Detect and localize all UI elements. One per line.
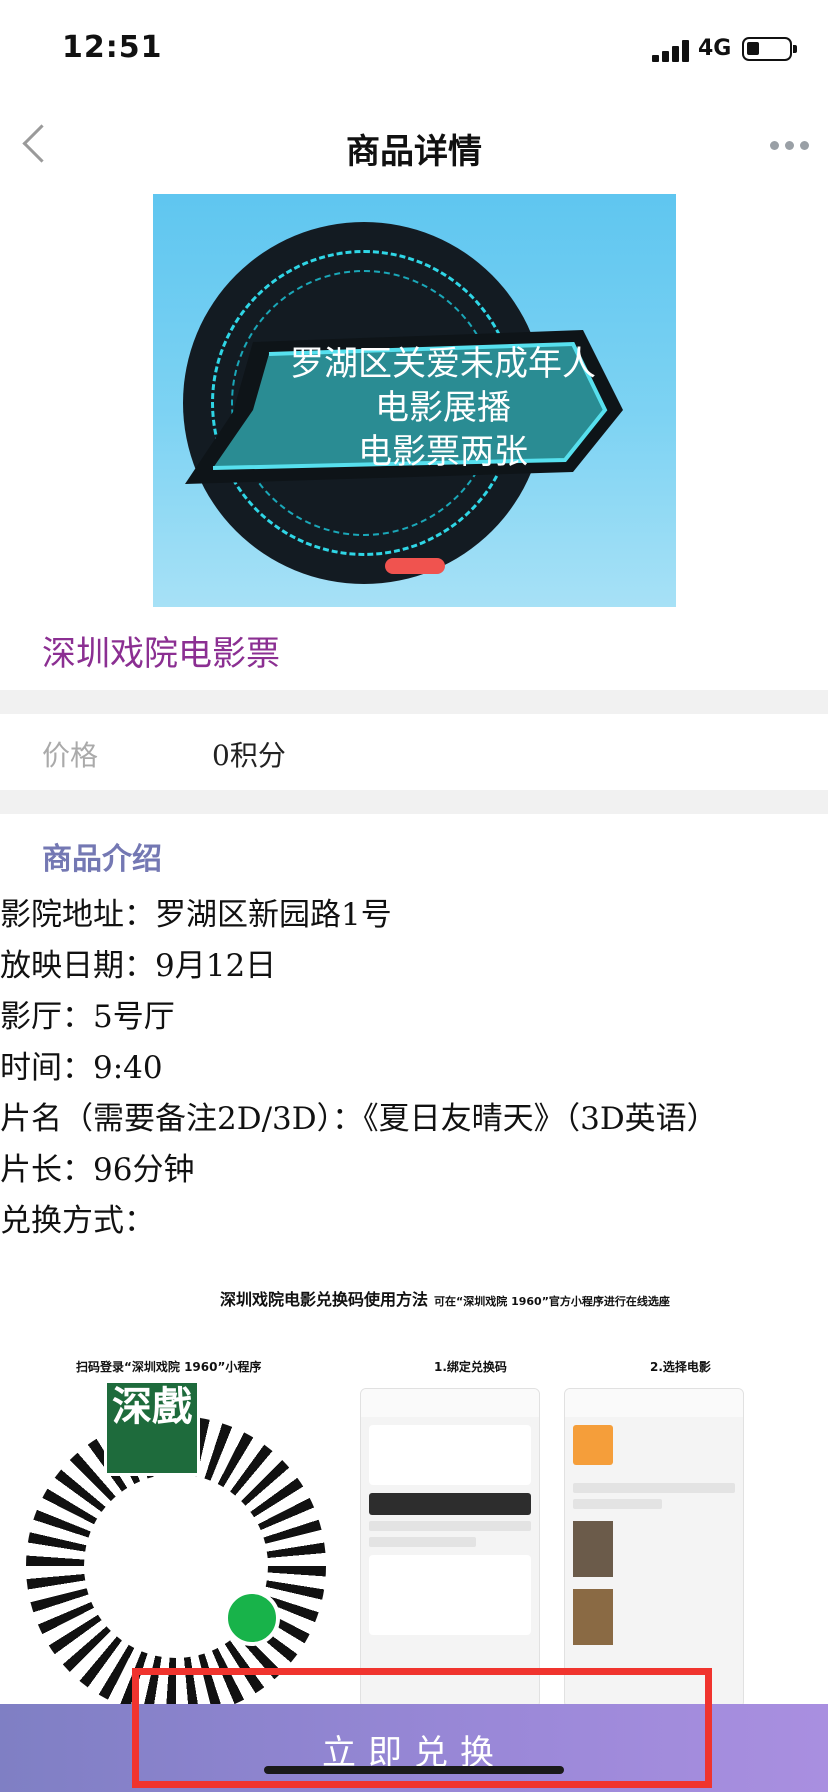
intro-line: 时间：9:40 <box>0 1050 163 1086</box>
guide-step-2: 2.选择电影 <box>650 1360 711 1374</box>
more-options-button[interactable] <box>770 138 812 154</box>
intro-line: 片名（需要备注2D/3D）：《夏日友晴天》（3D英语） <box>0 1101 718 1137</box>
intro-line: 放映日期：9月12日 <box>0 948 277 984</box>
bottom-action-bar: 立即兑换 <box>0 1704 828 1792</box>
intro-description: 影院地址：罗湖区新园路1号 放映日期：9月12日 影厅：5号厅 时间：9:40 … <box>0 890 828 1247</box>
product-title: 深圳戏院电影票 <box>42 634 280 674</box>
intro-line: 影院地址：罗湖区新园路1号 <box>0 897 392 933</box>
guide-step-1: 1.绑定兑换码 <box>434 1360 507 1374</box>
status-time: 12:51 <box>62 30 163 65</box>
home-indicator <box>264 1766 564 1774</box>
section-divider <box>0 790 828 814</box>
price-label: 价格 <box>42 739 99 772</box>
banner-text: 罗湖区关爱未成年人 电影展播 电影票两张 <box>233 342 653 474</box>
banner-line: 电影展播 <box>375 388 511 428</box>
signal-icon <box>652 40 690 62</box>
status-bar: 12:51 4G <box>0 0 828 100</box>
guide-heading: 深圳戏院电影兑换码使用方法 可在“深圳戏院 1960”官方小程序进行在线选座 <box>220 1290 670 1309</box>
intro-line: 兑换方式： <box>0 1203 155 1239</box>
banner-line: 电影票两张 <box>358 432 528 472</box>
battery-icon <box>742 37 797 61</box>
section-divider <box>0 690 828 714</box>
qr-logo: 深戲 <box>104 1380 200 1476</box>
guide-screenshot-select-movie <box>564 1388 744 1708</box>
intro-line: 片长：96分钟 <box>0 1152 195 1188</box>
redemption-guide-image: 深圳戏院电影兑换码使用方法 可在“深圳戏院 1960”官方小程序进行在线选座 扫码… <box>0 1268 828 1716</box>
guide-heading-note: 可在“深圳戏院 1960”官方小程序进行在线选座 <box>434 1295 670 1308</box>
intro-title: 商品介绍 <box>42 842 162 877</box>
page-title: 商品详情 <box>346 132 482 172</box>
banner-line: 罗湖区关爱未成年人 <box>290 344 596 384</box>
price-row: 价格 0积分 <box>0 714 828 790</box>
nav-bar: 商品详情 <box>0 100 828 192</box>
carousel-indicator[interactable] <box>385 558 445 574</box>
product-banner[interactable]: 罗湖区关爱未成年人 电影展播 电影票两张 <box>153 194 676 607</box>
redeem-now-button[interactable]: 立即兑换 <box>0 1704 828 1792</box>
network-type: 4G <box>698 36 732 61</box>
guide-step-scan: 扫码登录“深圳戏院 1960”小程序 <box>76 1360 262 1374</box>
price-value: 0积分 <box>212 739 286 772</box>
intro-line: 影厅：5号厅 <box>0 999 175 1035</box>
wechat-mini-program-icon <box>224 1590 280 1646</box>
guide-screenshot-bind-code <box>360 1388 540 1708</box>
